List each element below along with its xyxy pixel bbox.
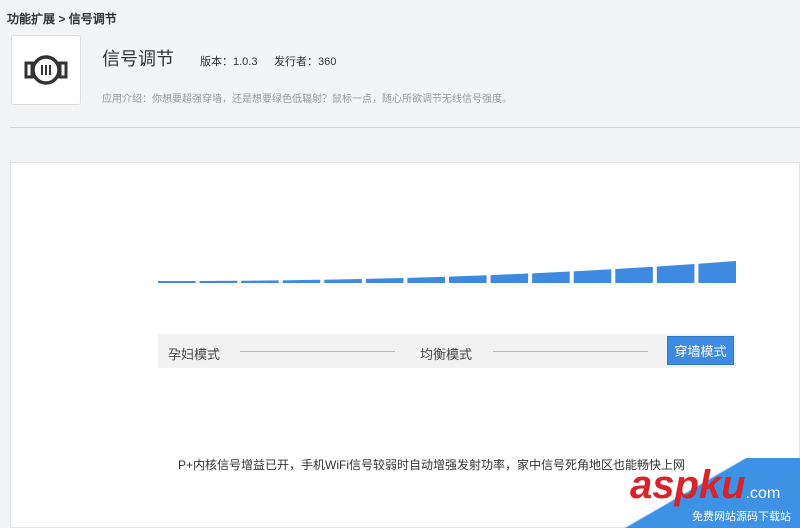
app-version: 版本：1.0.3 — [200, 56, 258, 68]
app-description: 应用介绍：你想要超强穿墙，还是想要绿色低辐射？鼠标一点，随心所欲调节无线信号强度… — [102, 94, 512, 105]
signal-strength-bars[interactable] — [158, 255, 736, 285]
app-icon-box — [11, 35, 81, 105]
signal-bar-segment[interactable] — [407, 276, 445, 283]
mode-pregnant[interactable]: 孕妇模式 — [168, 344, 220, 363]
watermark-sub: 免费网站源码下载站 — [692, 511, 791, 523]
signal-bar-segment[interactable] — [490, 273, 529, 283]
watermark-logo: aspku.com — [630, 463, 781, 507]
signal-bar-segment[interactable] — [615, 266, 653, 283]
breadcrumb: 功能扩展 > 信号调节 — [7, 10, 117, 27]
breadcrumb-parent[interactable]: 功能扩展 — [7, 12, 55, 26]
slider-track — [493, 351, 648, 352]
signal-bar-segment[interactable] — [698, 261, 736, 283]
slider-track — [240, 351, 395, 352]
breadcrumb-current: 信号调节 — [68, 12, 117, 26]
mode-wall-selected[interactable]: 穿墙模式 — [667, 336, 734, 365]
signal-bar-segment[interactable] — [241, 280, 279, 283]
mode-slider[interactable]: 孕妇模式 均衡模式 穿墙模式 — [158, 334, 736, 368]
mode-balanced[interactable]: 均衡模式 — [420, 344, 472, 363]
app-publisher: 发行者：360 — [274, 56, 337, 68]
watermark: aspku.com 免费网站源码下载站 — [600, 458, 800, 528]
signal-dial-icon — [24, 55, 68, 85]
signal-bar-segment[interactable] — [282, 279, 321, 283]
signal-bar-segment[interactable] — [324, 278, 362, 283]
breadcrumb-separator: > — [58, 12, 66, 26]
app-title: 信号调节 — [102, 49, 174, 69]
signal-bar-segment[interactable] — [365, 277, 404, 283]
signal-bar-segment[interactable] — [199, 280, 238, 283]
divider — [10, 127, 800, 128]
signal-bar-segment[interactable] — [573, 269, 612, 283]
signal-bar-segment[interactable] — [158, 280, 196, 283]
signal-bar-segment[interactable] — [532, 271, 570, 283]
signal-bar-segment[interactable] — [449, 275, 487, 283]
signal-bar-segment[interactable] — [656, 264, 695, 283]
